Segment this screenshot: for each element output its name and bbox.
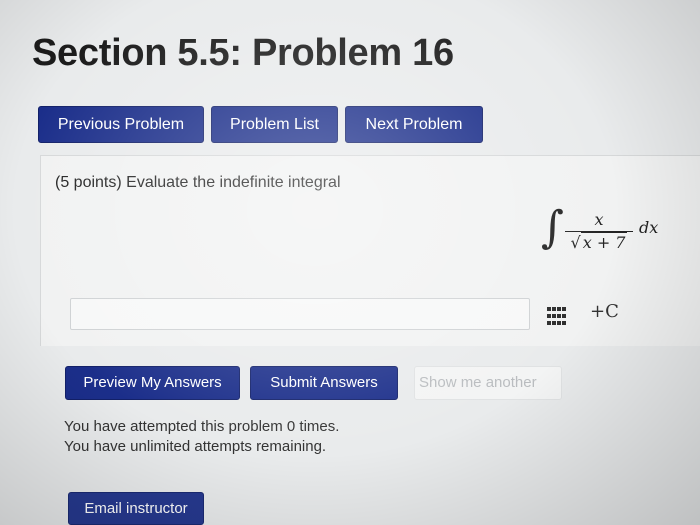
- remaining-attempts-text: You have unlimited attempts remaining.: [64, 438, 327, 455]
- previous-problem-button[interactable]: Previous Problem: [38, 106, 204, 143]
- constant-of-integration: +C: [590, 301, 619, 322]
- preview-answers-button[interactable]: Preview My Answers: [65, 366, 240, 400]
- next-problem-button[interactable]: Next Problem: [345, 106, 483, 143]
- problem-prompt: (5 points) Evaluate the indefinite integ…: [55, 174, 341, 191]
- answer-input[interactable]: [70, 298, 530, 330]
- integrand-numerator: x: [594, 210, 604, 229]
- radicand: x + 7: [580, 232, 628, 252]
- integrand-denominator: √ x + 7: [565, 232, 633, 253]
- radical-sign: √: [570, 233, 581, 252]
- integral-expression: ∫ x √ x + 7 dx: [541, 202, 700, 266]
- show-another-button: Show me another: [414, 366, 562, 400]
- equation-editor-grid-icon[interactable]: [547, 307, 567, 325]
- differential: dx: [639, 218, 659, 237]
- submit-answers-button[interactable]: Submit Answers: [250, 366, 398, 400]
- attempts-status: You have attempted this problem 0 times.…: [64, 417, 339, 457]
- problem-list-button[interactable]: Problem List: [211, 106, 338, 143]
- attempted-count-text: You have attempted this problem 0 times.: [64, 418, 340, 435]
- email-instructor-button[interactable]: Email instructor: [68, 492, 204, 525]
- integrand-fraction: x √ x + 7: [565, 210, 633, 253]
- integral-sign: ∫: [541, 202, 564, 253]
- page-title: Section 5.5: Problem 16: [32, 32, 454, 74]
